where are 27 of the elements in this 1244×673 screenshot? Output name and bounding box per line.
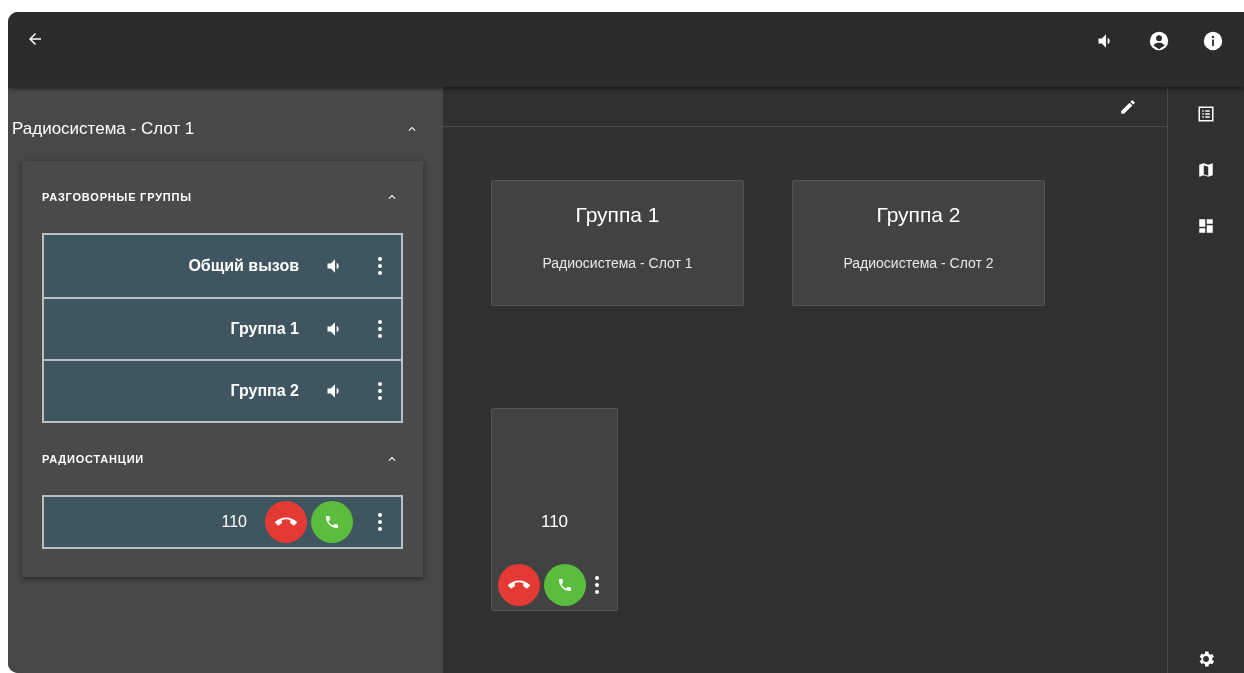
group-card[interactable]: Группа 1 Радиосистема - Слот 1	[491, 180, 744, 306]
section-title: РАДИОСТАНЦИИ	[42, 451, 145, 467]
radio-station-card[interactable]: 110	[491, 408, 618, 611]
map-icon[interactable]	[1197, 161, 1215, 179]
group-card[interactable]: Группа 2 Радиосистема - Слот 2	[792, 180, 1045, 306]
radio-station-row[interactable]: 110	[42, 495, 403, 549]
list-icon[interactable]	[1197, 105, 1215, 123]
call-button[interactable]	[544, 564, 586, 606]
more-vertical-icon[interactable]	[377, 381, 383, 401]
section-title: РАЗГОВОРНЫЕ ГРУППЫ	[42, 189, 192, 205]
call-button[interactable]	[311, 501, 353, 543]
more-vertical-icon[interactable]	[594, 575, 600, 595]
talkgroup-row[interactable]: Группа 2	[44, 359, 401, 421]
phone-icon	[324, 514, 340, 530]
phone-icon	[557, 577, 573, 593]
talkgroup-row[interactable]: Группа 1	[44, 297, 401, 359]
more-vertical-icon[interactable]	[377, 319, 383, 339]
pencil-icon[interactable]	[1119, 97, 1137, 116]
info-icon[interactable]	[1202, 30, 1224, 52]
hang-up-button[interactable]	[265, 501, 307, 543]
more-vertical-icon[interactable]	[377, 256, 383, 276]
dashboard-icon[interactable]	[1197, 217, 1215, 235]
account-icon[interactable]	[1148, 30, 1170, 52]
sidebar-title: Радиосистема - Слот 1	[11, 118, 195, 141]
hang-up-button[interactable]	[498, 564, 540, 606]
talkgroup-row[interactable]: Общий вызов	[44, 235, 401, 297]
more-vertical-icon[interactable]	[377, 512, 383, 532]
